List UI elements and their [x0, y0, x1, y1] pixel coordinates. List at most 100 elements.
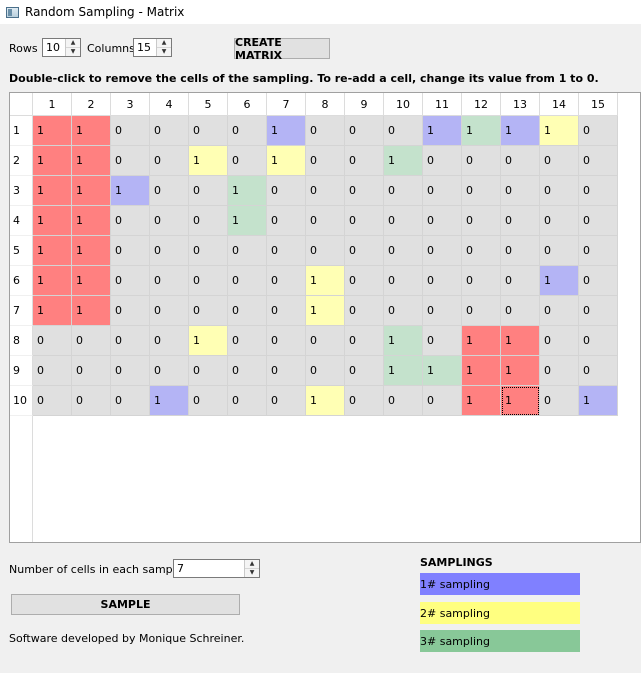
matrix-cell[interactable]: 0 [306, 326, 345, 356]
matrix-cell[interactable]: 1 [384, 146, 423, 176]
matrix-cell[interactable]: 0 [189, 116, 228, 146]
matrix-cell[interactable]: 1 [501, 356, 540, 386]
row-header-5[interactable]: 5 [10, 236, 33, 266]
matrix-cell[interactable]: 1 [72, 266, 111, 296]
cells-up-arrow-icon[interactable]: ▲ [245, 560, 259, 568]
matrix-cell[interactable]: 0 [111, 296, 150, 326]
column-header-1[interactable]: 1 [33, 93, 72, 116]
column-header-13[interactable]: 13 [501, 93, 540, 116]
matrix-cell[interactable]: 1 [540, 266, 579, 296]
matrix-cell[interactable]: 1 [384, 326, 423, 356]
matrix-cell[interactable]: 1 [228, 176, 267, 206]
matrix-cell[interactable]: 0 [306, 116, 345, 146]
matrix-cell[interactable]: 0 [423, 176, 462, 206]
matrix-cell[interactable]: 1 [33, 206, 72, 236]
matrix-cell[interactable]: 1 [462, 116, 501, 146]
matrix-cell[interactable]: 0 [423, 386, 462, 416]
matrix-cell[interactable]: 1 [33, 176, 72, 206]
matrix-cell[interactable]: 0 [345, 236, 384, 266]
columns-up-arrow-icon[interactable]: ▲ [157, 39, 171, 47]
matrix-cell[interactable]: 0 [228, 356, 267, 386]
matrix-cell[interactable]: 0 [345, 296, 384, 326]
matrix-cell[interactable]: 0 [540, 176, 579, 206]
matrix-cell[interactable]: 0 [228, 236, 267, 266]
matrix-cell[interactable]: 0 [345, 266, 384, 296]
matrix-cell[interactable]: 0 [150, 296, 189, 326]
column-header-9[interactable]: 9 [345, 93, 384, 116]
matrix-cell[interactable]: 0 [384, 296, 423, 326]
matrix-cell[interactable]: 0 [462, 236, 501, 266]
columns-down-arrow-icon[interactable]: ▼ [157, 47, 171, 56]
matrix-cell[interactable]: 0 [150, 266, 189, 296]
matrix-cell[interactable]: 0 [189, 296, 228, 326]
matrix-cell[interactable]: 0 [267, 176, 306, 206]
matrix-cell[interactable]: 0 [384, 176, 423, 206]
column-header-7[interactable]: 7 [267, 93, 306, 116]
column-header-8[interactable]: 8 [306, 93, 345, 116]
matrix-cell[interactable]: 0 [189, 356, 228, 386]
matrix-table[interactable]: 1 2 3 4 5 6 7 8 9 10 11 12 13 14 15 1 2 3 4 5 6 7 8 9 10 1 1 0 0 0 0 1 0… [9, 92, 641, 543]
rows-up-arrow-icon[interactable]: ▲ [66, 39, 80, 47]
matrix-cell[interactable]: 1 [33, 296, 72, 326]
sample-button[interactable]: SAMPLE [11, 594, 240, 615]
matrix-cell[interactable]: 1 [423, 356, 462, 386]
columns-spin-arrows[interactable]: ▲ ▼ [156, 39, 171, 56]
matrix-cell[interactable]: 0 [462, 176, 501, 206]
matrix-cell[interactable]: 0 [267, 296, 306, 326]
matrix-cell[interactable]: 0 [540, 236, 579, 266]
matrix-cell[interactable]: 0 [540, 146, 579, 176]
matrix-cell[interactable]: 0 [345, 146, 384, 176]
matrix-cell[interactable]: 0 [189, 206, 228, 236]
matrix-cell[interactable]: 0 [228, 296, 267, 326]
matrix-cell[interactable]: 1 [267, 146, 306, 176]
matrix-cell[interactable]: 0 [501, 146, 540, 176]
matrix-cell[interactable]: 0 [384, 206, 423, 236]
matrix-cell[interactable]: 0 [111, 386, 150, 416]
column-header-12[interactable]: 12 [462, 93, 501, 116]
matrix-cell[interactable]: 0 [423, 146, 462, 176]
matrix-cell[interactable]: 0 [111, 206, 150, 236]
columns-spinbox[interactable]: 15 ▲ ▼ [133, 38, 172, 57]
matrix-cell[interactable]: 0 [579, 296, 618, 326]
matrix-cell[interactable]: 0 [462, 266, 501, 296]
matrix-cell[interactable]: 1 [111, 176, 150, 206]
matrix-cell[interactable]: 1 [462, 356, 501, 386]
matrix-cell[interactable]: 0 [228, 146, 267, 176]
create-matrix-button[interactable]: CREATE MATRIX [234, 36, 330, 62]
matrix-cell[interactable]: 0 [150, 326, 189, 356]
matrix-cell[interactable]: 0 [579, 116, 618, 146]
matrix-cell[interactable]: 0 [228, 116, 267, 146]
matrix-cell[interactable]: 0 [423, 206, 462, 236]
row-header-8[interactable]: 8 [10, 326, 33, 356]
matrix-cell[interactable]: 0 [540, 356, 579, 386]
matrix-cell[interactable]: 0 [111, 356, 150, 386]
matrix-cell[interactable]: 1 [228, 206, 267, 236]
matrix-cell[interactable]: 0 [540, 326, 579, 356]
matrix-cell[interactable]: 0 [501, 206, 540, 236]
matrix-cell[interactable]: 0 [345, 206, 384, 236]
matrix-cell[interactable]: 0 [384, 386, 423, 416]
matrix-cell[interactable]: 1 [462, 326, 501, 356]
matrix-cell[interactable]: 0 [306, 176, 345, 206]
matrix-cell[interactable]: 0 [345, 326, 384, 356]
matrix-cell[interactable]: 0 [306, 236, 345, 266]
matrix-cell[interactable]: 0 [462, 146, 501, 176]
row-header-1[interactable]: 1 [10, 116, 33, 146]
matrix-cell[interactable]: 1 [33, 236, 72, 266]
matrix-cell[interactable]: 0 [33, 326, 72, 356]
matrix-cell[interactable]: 0 [267, 266, 306, 296]
matrix-cell[interactable]: 1 [72, 206, 111, 236]
column-header-14[interactable]: 14 [540, 93, 579, 116]
matrix-cell[interactable]: 0 [150, 206, 189, 236]
matrix-cell[interactable]: 1 [267, 116, 306, 146]
row-header-3[interactable]: 3 [10, 176, 33, 206]
matrix-cell[interactable]: 1 [423, 116, 462, 146]
matrix-cell[interactable]: 0 [501, 176, 540, 206]
matrix-cell[interactable]: 0 [189, 386, 228, 416]
matrix-cell[interactable]: 0 [267, 386, 306, 416]
matrix-cell[interactable]: 0 [111, 146, 150, 176]
row-header-6[interactable]: 6 [10, 266, 33, 296]
matrix-cell[interactable]: 0 [462, 206, 501, 236]
matrix-cell[interactable]: 1 [501, 326, 540, 356]
matrix-cell[interactable]: 0 [579, 326, 618, 356]
